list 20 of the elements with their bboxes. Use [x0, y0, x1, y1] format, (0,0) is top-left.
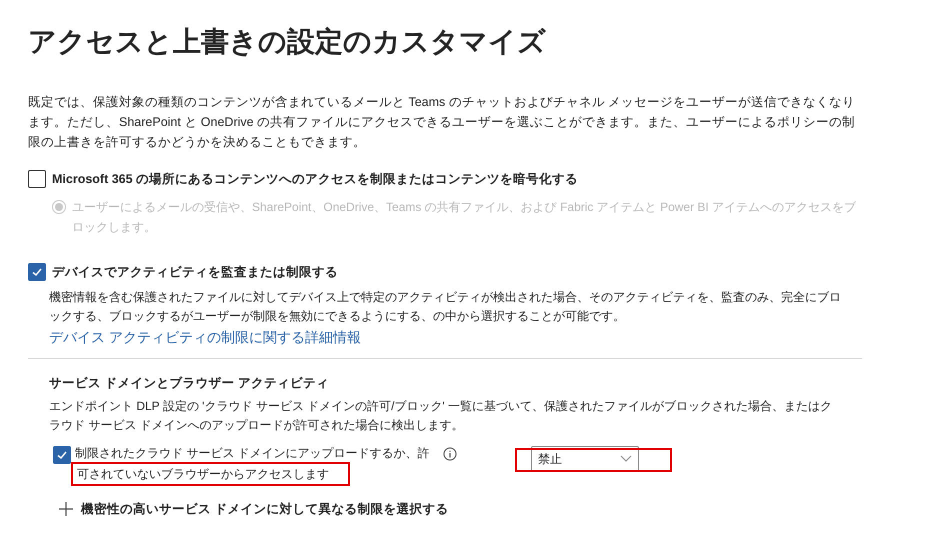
checkbox[interactable]	[28, 263, 46, 282]
rule-label: 制限されたクラウド サービス ドメインにアップロードするか、許	[75, 444, 430, 462]
learn-more-link[interactable]: デバイス アクティビティの制限に関する詳細情報	[49, 326, 361, 348]
checkbox[interactable]	[28, 170, 46, 188]
checkmark-icon	[56, 448, 68, 460]
info-icon	[443, 446, 457, 460]
intro-text: 既定では、保護対象の種類のコンテンツが含まれているメールと Teams のチャットおよびチャネル メッセージをユーザーが送信できなくなります。ただし、SharePoint と OneDrive の共有ファイルにアクセスできるユーザーを選ぶことができます。また、ユーザーによるポリシーの制限の上書きを許可するかどうかを決めることもできます。	[28, 94, 856, 151]
checkbox-label: Microsoft 365 の場所にあるコンテンツへのアクセスを制限またはコンテンツを暗号化する	[52, 171, 578, 188]
plus-icon	[59, 502, 73, 516]
radio-label: ユーザーによるメールの受信や、SharePoint、OneDrive、Teams の共有ファイル、および Fabric アイテムと Power BI アイテムへのアクセスをブロックします。	[72, 198, 858, 236]
section-heading: サービス ドメインとブラウザー アクティビティ	[49, 374, 330, 392]
checkmark-icon	[31, 266, 43, 278]
rule-label: 可されていないブラウザーからアクセスします	[77, 466, 329, 482]
description-text: 機密情報を含む保護されたファイルに対してデバイス上で特定のアクティビティが検出された場合、そのアクティビティを、監査のみ、完全にブロックする、ブロックするがユーザーが制限を無効にできるようにする、の中から選択することが可能です。	[49, 288, 842, 324]
description-text: エンドポイント DLP 設定の 'クラウド サービス ドメインの許可/ブロック' 一覧に基づいて、保護されたファイルがブロックされた場合、またはクラウド サービス ドメインへのアップロードが許可された場合に検出します。	[49, 398, 834, 434]
checkbox[interactable]	[53, 446, 71, 464]
page-title: アクセスと上書きの設定のカスタマイズ	[28, 25, 547, 59]
checkbox-label: デバイスでアクティビティを監査または制限する	[52, 264, 338, 281]
add-restriction-link[interactable]: 機密性の高いサービス ドメインに対して異なる制限を選択する	[81, 500, 448, 518]
chevron-down-icon	[620, 454, 632, 462]
